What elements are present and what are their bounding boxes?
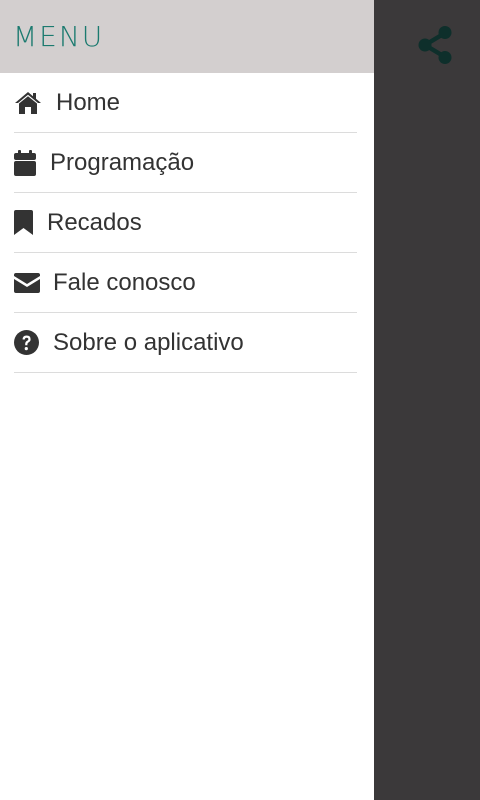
drawer-title: MENU	[13, 20, 105, 53]
menu-item-label: Home	[56, 88, 121, 116]
menu-item-label: Fale conosco	[53, 268, 196, 296]
menu-item-sobre-o-aplicativo[interactable]: Sobre o aplicativo	[14, 313, 357, 373]
drawer-header: MENU	[0, 0, 374, 73]
app-screen: MENU Home Programação Recados Fale conos…	[0, 0, 480, 800]
menu-item-label: Sobre o aplicativo	[53, 328, 244, 356]
menu-item-fale-conosco[interactable]: Fale conosco	[14, 253, 357, 313]
menu-item-home[interactable]: Home	[14, 73, 357, 133]
share-icon	[418, 25, 452, 69]
menu-item-programacao[interactable]: Programação	[14, 133, 357, 193]
menu-list: Home Programação Recados Fale conosco So…	[0, 73, 374, 373]
calendar-icon	[14, 149, 36, 176]
menu-item-label: Programação	[50, 148, 195, 176]
menu-item-label: Recados	[47, 208, 142, 236]
home-icon	[14, 91, 42, 115]
envelope-icon	[14, 272, 40, 293]
question-circle-icon	[14, 330, 39, 355]
menu-item-recados[interactable]: Recados	[14, 193, 357, 253]
navigation-drawer: MENU Home Programação Recados Fale conos…	[0, 0, 374, 800]
share-button[interactable]	[414, 25, 456, 69]
bookmark-icon	[14, 210, 33, 235]
